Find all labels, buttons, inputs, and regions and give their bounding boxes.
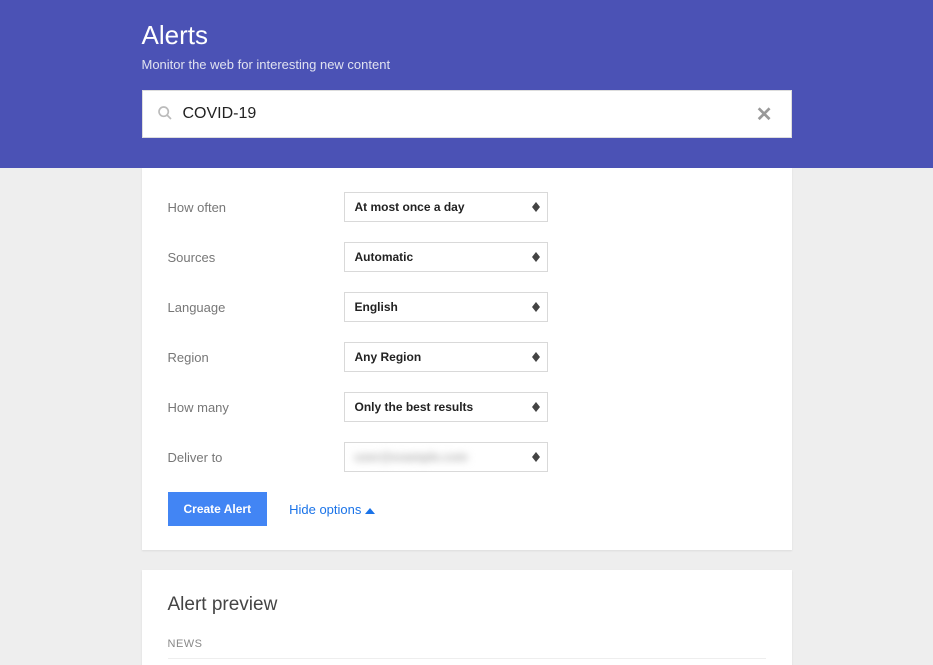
option-label: Region — [168, 350, 344, 365]
clear-icon[interactable]: ✕ — [752, 102, 777, 127]
header: Alerts Monitor the web for interesting n… — [0, 0, 933, 168]
option-label: How many — [168, 400, 344, 415]
page-subtitle: Monitor the web for interesting new cont… — [142, 57, 792, 72]
hide-options-link[interactable]: Hide options — [289, 502, 375, 517]
page-title: Alerts — [142, 20, 792, 51]
option-label: Language — [168, 300, 344, 315]
option-label: Sources — [168, 250, 344, 265]
preview-section-label: NEWS — [168, 638, 766, 659]
option-row-language: Language English — [168, 292, 766, 322]
hide-options-label: Hide options — [289, 502, 361, 517]
option-label: How often — [168, 200, 344, 215]
option-row-sources: Sources Automatic — [168, 242, 766, 272]
sources-select[interactable]: Automatic — [344, 242, 548, 272]
create-alert-button[interactable]: Create Alert — [168, 492, 268, 526]
preview-title: Alert preview — [168, 594, 766, 616]
option-row-how-many: How many Only the best results — [168, 392, 766, 422]
deliver-to-select[interactable]: user@example.com — [344, 442, 548, 472]
option-row-region: Region Any Region — [168, 342, 766, 372]
option-label: Deliver to — [168, 450, 344, 465]
option-row-deliver-to: Deliver to user@example.com — [168, 442, 766, 472]
search-input[interactable] — [183, 105, 752, 123]
option-row-how-often: How often At most once a day — [168, 192, 766, 222]
language-select[interactable]: English — [344, 292, 548, 322]
chevron-up-icon — [365, 502, 375, 517]
actions-row: Create Alert Hide options — [168, 492, 766, 526]
how-many-select[interactable]: Only the best results — [344, 392, 548, 422]
search-box[interactable]: ✕ — [142, 90, 792, 138]
how-often-select[interactable]: At most once a day — [344, 192, 548, 222]
search-icon — [157, 105, 173, 124]
preview-panel: Alert preview NEWS — [142, 570, 792, 665]
region-select[interactable]: Any Region — [344, 342, 548, 372]
options-panel: How often At most once a day Sources Aut… — [142, 168, 792, 550]
